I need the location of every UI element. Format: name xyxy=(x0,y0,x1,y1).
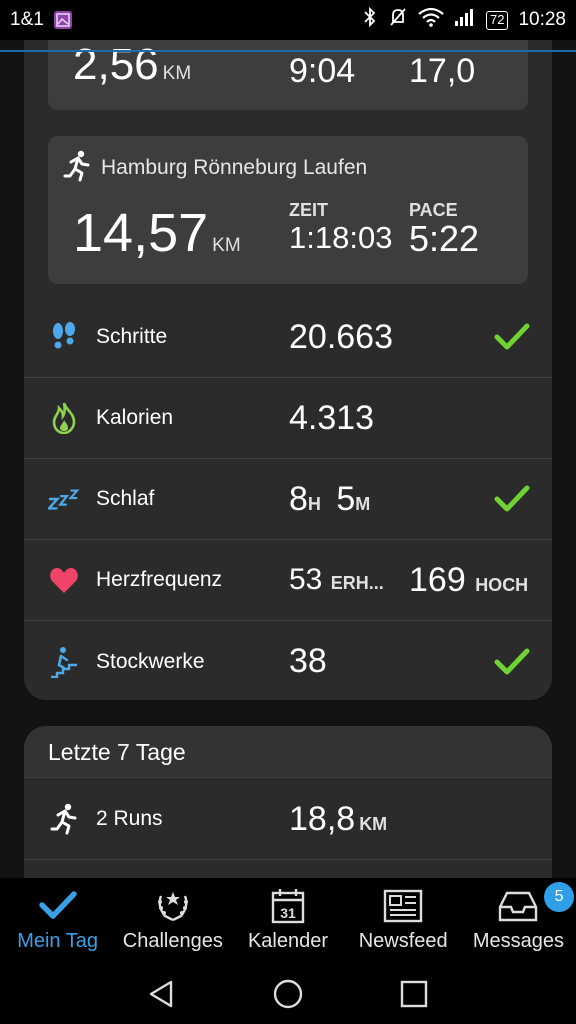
home-icon[interactable] xyxy=(272,978,304,1015)
mute-icon xyxy=(388,7,408,33)
sleep-hours: 8 xyxy=(289,479,308,518)
daily-summary-scroll[interactable]: 2,56 KM 9:04 17,0 Hamburg Rönneburg Laufe… xyxy=(0,40,576,878)
gallery-notification-icon xyxy=(53,11,72,29)
recents-icon[interactable] xyxy=(399,979,429,1014)
sleep-minutes-unit: M xyxy=(355,493,371,514)
status-bar: 1&1 72 10:28 xyxy=(0,0,576,40)
signal-icon xyxy=(454,7,476,33)
bluetooth-icon xyxy=(362,6,378,33)
carrier-label: 1&1 xyxy=(10,9,44,30)
time-label: ZEIT xyxy=(289,200,328,220)
laurel-icon xyxy=(153,888,193,924)
steps-label: Schritte xyxy=(96,325,168,348)
nav-messages[interactable]: Messages 5 xyxy=(461,878,576,968)
checkmark-icon xyxy=(38,888,78,924)
goal-check-icon xyxy=(494,484,530,514)
stat-row-heart-rate[interactable]: Herzfrequenz 53 ERH... 169 HOCH xyxy=(24,540,552,621)
goal-check-icon xyxy=(494,322,530,352)
calories-label: Kalorien xyxy=(96,406,174,429)
calendar-icon: 31 xyxy=(268,888,308,924)
runs-distance-unit: KM xyxy=(359,813,388,834)
nav-mein-tag[interactable]: Mein Tag xyxy=(0,878,115,968)
prev-distance: 2,56 xyxy=(73,40,159,89)
runs-label: 2 Runs xyxy=(96,807,163,830)
stat-row-floors[interactable]: Stockwerke 38 xyxy=(24,621,552,702)
sleep-hours-unit: H xyxy=(307,493,321,514)
stairs-icon xyxy=(48,646,80,678)
header-divider xyxy=(0,50,576,52)
prev-distance-unit: KM xyxy=(162,63,192,84)
floors-value: 38 xyxy=(289,642,327,680)
footsteps-icon xyxy=(48,321,80,353)
newspaper-icon xyxy=(383,888,423,924)
heart-icon xyxy=(48,564,80,596)
nav-label: Kalender xyxy=(247,930,329,952)
activity-time: 1:18:03 xyxy=(289,220,393,255)
wifi-icon xyxy=(418,7,444,33)
nav-label: Mein Tag xyxy=(17,930,98,952)
heart-rate-label: Herzfrequenz xyxy=(96,568,223,591)
flame-icon xyxy=(48,402,80,434)
activity-card-run[interactable]: Hamburg Rönneburg Laufen 14,57 KM ZEIT 1:… xyxy=(48,136,528,284)
clock: 10:28 xyxy=(518,9,566,30)
running-icon xyxy=(48,803,80,835)
calories-value: 4.313 xyxy=(289,398,375,437)
activity-pace: 5:22 xyxy=(409,218,480,259)
sleep-minutes: 5 xyxy=(336,479,356,518)
high-hr-unit: HOCH xyxy=(475,574,529,595)
nav-newsfeed[interactable]: Newsfeed xyxy=(346,878,461,968)
activity-distance-unit: KM xyxy=(212,235,241,256)
resting-hr: 53 xyxy=(289,563,323,596)
messages-badge: 5 xyxy=(544,882,575,912)
nav-label: Newsfeed xyxy=(358,930,448,952)
activity-distance: 14,57 xyxy=(73,203,209,263)
back-icon[interactable] xyxy=(147,979,177,1014)
battery-icon: 72 xyxy=(485,10,509,30)
sleep-zzz-icon xyxy=(48,483,80,515)
system-navigation xyxy=(0,968,576,1024)
activity-title: Hamburg Rönneburg Laufen xyxy=(101,156,368,179)
bottom-navigation: Mein Tag Challenges 31 Kalender Newsfeed… xyxy=(0,878,576,968)
stat-row-runs[interactable]: 2 Runs 18,8 KM xyxy=(24,779,552,860)
stat-row-calories[interactable]: Kalorien 4.313 xyxy=(24,378,552,459)
floors-label: Stockwerke xyxy=(96,649,205,673)
calendar-day: 31 xyxy=(280,905,296,921)
high-hr: 169 xyxy=(409,560,466,599)
inbox-icon xyxy=(498,888,538,924)
stat-row-sleep[interactable]: Schlaf 8H 5M xyxy=(24,459,552,540)
goal-check-icon xyxy=(494,647,530,677)
resting-hr-unit: ERH... xyxy=(330,573,384,593)
runs-distance: 18,8 xyxy=(289,799,356,838)
prev-time: 9:04 xyxy=(289,52,356,90)
prev-pace: 17,0 xyxy=(409,52,476,90)
nav-challenges[interactable]: Challenges xyxy=(115,878,230,968)
last-7-days-title: Letzte 7 Tage xyxy=(48,739,186,765)
running-icon xyxy=(62,150,92,187)
nav-kalender[interactable]: 31 Kalender xyxy=(230,878,345,968)
stat-row-steps[interactable]: Schritte 20.663 xyxy=(24,297,552,378)
nav-label: Messages xyxy=(472,930,564,952)
nav-label: Challenges xyxy=(122,930,223,952)
sleep-label: Schlaf xyxy=(96,487,155,510)
steps-value: 20.663 xyxy=(289,317,393,356)
